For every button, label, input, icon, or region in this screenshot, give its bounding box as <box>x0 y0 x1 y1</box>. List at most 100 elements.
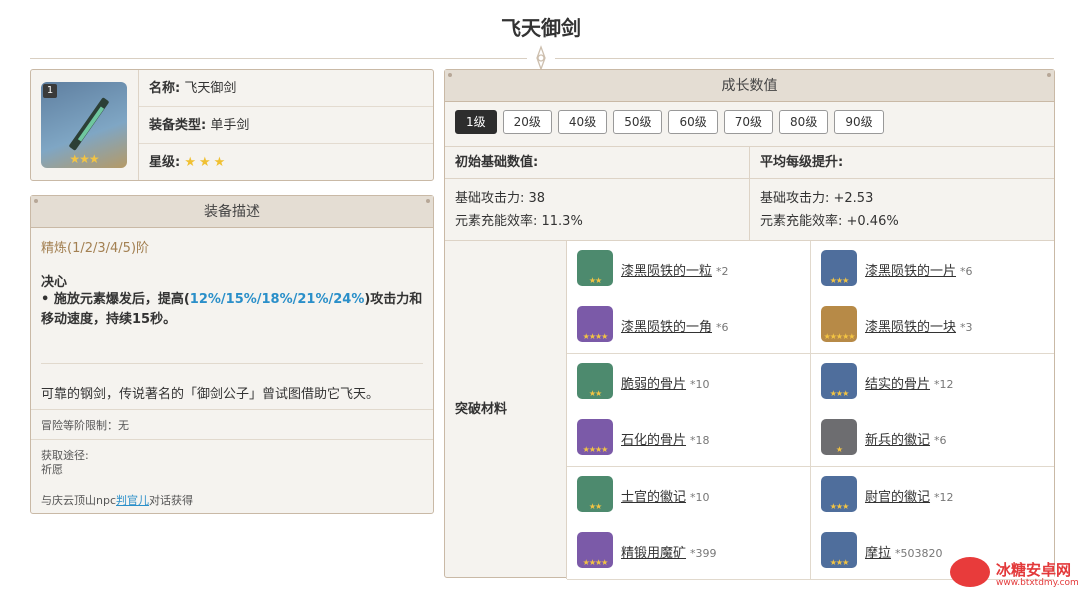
ore-icon: ★★★ <box>821 250 857 286</box>
watermark-url: www.btxtdmy.com <box>996 578 1079 588</box>
ore-icon: ★★★★ <box>577 306 613 343</box>
info-row-type: 装备类型: 单手剑 <box>139 107 433 144</box>
material-qty: *399 <box>690 547 717 560</box>
material-name[interactable]: 士官的徽记 <box>621 490 686 505</box>
passive-name: 决心 <box>41 275 68 290</box>
level-tab[interactable]: 20级 <box>502 110 552 134</box>
ar-limit: 冒险等阶限制：无 <box>41 419 129 432</box>
growth-panel: 成长数值 1级 20级 40级 50级 60级 70级 80级 90级 初始基础数值: 基础攻… <box>444 69 1055 580</box>
description-panel: 装备描述 精炼(1/2/3/4/5)阶 决心 • 施放元素爆发后，提高(12%/… <box>30 195 434 514</box>
material-item: ★ 新兵的徽记 *6 <box>811 410 1054 468</box>
watermark-brand: 冰糖安卓网 <box>996 561 1072 579</box>
material-name-link[interactable]: 石化的骨片 *18 <box>621 429 710 448</box>
material-name-link[interactable]: 新兵的徽记 *6 <box>865 429 947 448</box>
material-stars: ★★★ <box>829 388 850 398</box>
material-item: ★★★★★ 漆黑陨铁的一块 *3 <box>811 297 1054 355</box>
info-row-name: 名称: 飞天御剑 <box>139 70 433 107</box>
divider <box>31 439 433 440</box>
ornament-icon <box>527 44 555 72</box>
material-name-link[interactable]: 漆黑陨铁的一粒 *2 <box>621 260 729 279</box>
materials-table: 突破材料 ★★ 漆黑陨铁的一粒 *2 ★★★ 漆黑陨铁的一片 *6 ★★★★ 漆黑陨铁的一角 *… <box>445 240 1054 580</box>
material-stars: ★★★ <box>829 501 850 511</box>
source-note-suffix: 对话获得 <box>149 494 194 507</box>
material-stars: ★★★★ <box>582 445 609 455</box>
passive-values: 12%/15%/18%/21%/24% <box>189 292 365 307</box>
material-item: ★★★★ 漆黑陨铁的一角 *6 <box>567 297 811 355</box>
material-qty: *10 <box>690 490 710 504</box>
bone-icon: ★★★ <box>821 362 857 399</box>
stat-grid: 初始基础数值: 基础攻击力: 38 元素充能效率: 11.3% 平均每级提升: … <box>445 146 1054 241</box>
material-stars: ★★ <box>588 501 602 511</box>
material-qty: *6 <box>960 265 973 278</box>
material-name[interactable]: 漆黑陨铁的一片 <box>865 264 956 279</box>
material-qty: *2 <box>716 265 729 278</box>
material-stars: ★★ <box>588 388 602 398</box>
material-stars: ★★★★★ <box>823 332 856 342</box>
material-name[interactable]: 结实的骨片 <box>865 377 930 392</box>
weapon-info-panel: 1 ★★★ 名称: 飞天御剑 装备类型: 单手剑 星级: ★★★ <box>30 69 434 181</box>
material-name[interactable]: 精锻用魔矿 <box>621 546 686 561</box>
material-name[interactable]: 漆黑陨铁的一角 <box>621 320 712 335</box>
npc-link[interactable]: 判官儿 <box>116 494 149 507</box>
material-stars: ★★★ <box>829 558 850 567</box>
refine-badge: 1 <box>43 84 57 98</box>
watermark-logo-icon <box>950 557 990 587</box>
material-name[interactable]: 脆弱的骨片 <box>621 377 686 392</box>
base-stats-header: 初始基础数值: <box>445 147 749 179</box>
material-name[interactable]: 漆黑陨铁的一块 <box>865 320 956 335</box>
level-tab[interactable]: 80级 <box>779 110 829 134</box>
material-name-link[interactable]: 脆弱的骨片 *10 <box>621 373 710 392</box>
material-name-link[interactable]: 尉官的徽记 *12 <box>865 486 954 505</box>
source-note: 与庆云顶山npc判官儿对话获得 <box>41 492 193 508</box>
mora-icon: ★★★ <box>821 532 857 568</box>
insignia-icon: ★★ <box>577 475 613 512</box>
level-tab[interactable]: 40级 <box>557 110 608 134</box>
material-name-link[interactable]: 精锻用魔矿 *399 <box>621 542 717 561</box>
material-stars: ★★★ <box>829 276 850 285</box>
insignia-icon: ★ <box>821 419 857 456</box>
source-note-prefix: 与庆云顶山npc <box>41 494 117 507</box>
avg-stats-header: 平均每级提升: <box>750 147 1054 179</box>
divider <box>41 363 423 364</box>
material-name[interactable]: 尉官的徽记 <box>865 490 930 505</box>
materials-label: 突破材料 <box>445 241 567 579</box>
divider <box>31 409 433 410</box>
material-stars: ★★★★ <box>582 558 609 567</box>
bone-icon: ★★★★ <box>577 419 613 456</box>
bone-icon: ★★ <box>577 362 613 399</box>
ore-icon: ★★ <box>577 250 613 286</box>
avg-stats: 平均每级提升: 基础攻击力: +2.53 元素充能效率: +0.46% <box>750 147 1054 241</box>
base-er: 元素充能效率: 11.3% <box>455 214 583 229</box>
watermark: 冰糖安卓网 www.btxtdmy.com <box>950 553 1082 593</box>
refine-text: 精炼(1/2/3/4/5)阶 <box>41 241 150 256</box>
material-name[interactable]: 石化的骨片 <box>621 433 686 448</box>
material-item: ★★★★ 石化的骨片 *18 <box>567 410 811 468</box>
level-tab[interactable]: 90级 <box>834 110 884 134</box>
rarity-stars: ★★★ <box>184 155 229 170</box>
level-tab[interactable]: 70级 <box>723 110 774 134</box>
material-name-link[interactable]: 士官的徽记 *10 <box>621 486 710 505</box>
material-name-link[interactable]: 漆黑陨铁的一角 *6 <box>621 316 729 335</box>
info-row-rarity: 星级: ★★★ <box>139 144 433 181</box>
avg-atk: 基础攻击力: +2.53 <box>760 191 874 206</box>
level-tab[interactable]: 60级 <box>668 110 718 134</box>
material-item: ★★★ 漆黑陨铁的一片 *6 <box>811 241 1054 298</box>
material-qty: *18 <box>690 434 710 448</box>
level-tab[interactable]: 50级 <box>613 110 663 134</box>
passive-text: • 施放元素爆发后，提高(12%/15%/18%/21%/24%)攻击力和移动速… <box>41 290 425 330</box>
source-value: 祈愿 <box>41 463 63 476</box>
material-name[interactable]: 漆黑陨铁的一粒 <box>621 264 712 279</box>
level-tab[interactable]: 1级 <box>455 110 497 134</box>
base-stats: 初始基础数值: 基础攻击力: 38 元素充能效率: 11.3% <box>445 147 750 241</box>
material-qty: *10 <box>690 377 710 391</box>
material-name[interactable]: 摩拉 <box>865 546 891 561</box>
ore-icon: ★★★★★ <box>821 306 857 343</box>
material-name-link[interactable]: 漆黑陨铁的一片 *6 <box>865 260 973 279</box>
material-item: ★★ 脆弱的骨片 *10 <box>567 353 811 411</box>
material-name-link[interactable]: 摩拉 *503820 <box>865 542 943 561</box>
base-atk: 基础攻击力: 38 <box>455 191 546 206</box>
material-name-link[interactable]: 结实的骨片 *12 <box>865 373 954 392</box>
material-qty: *6 <box>716 321 729 335</box>
material-name[interactable]: 新兵的徽记 <box>865 433 930 448</box>
material-name-link[interactable]: 漆黑陨铁的一块 *3 <box>865 316 973 335</box>
